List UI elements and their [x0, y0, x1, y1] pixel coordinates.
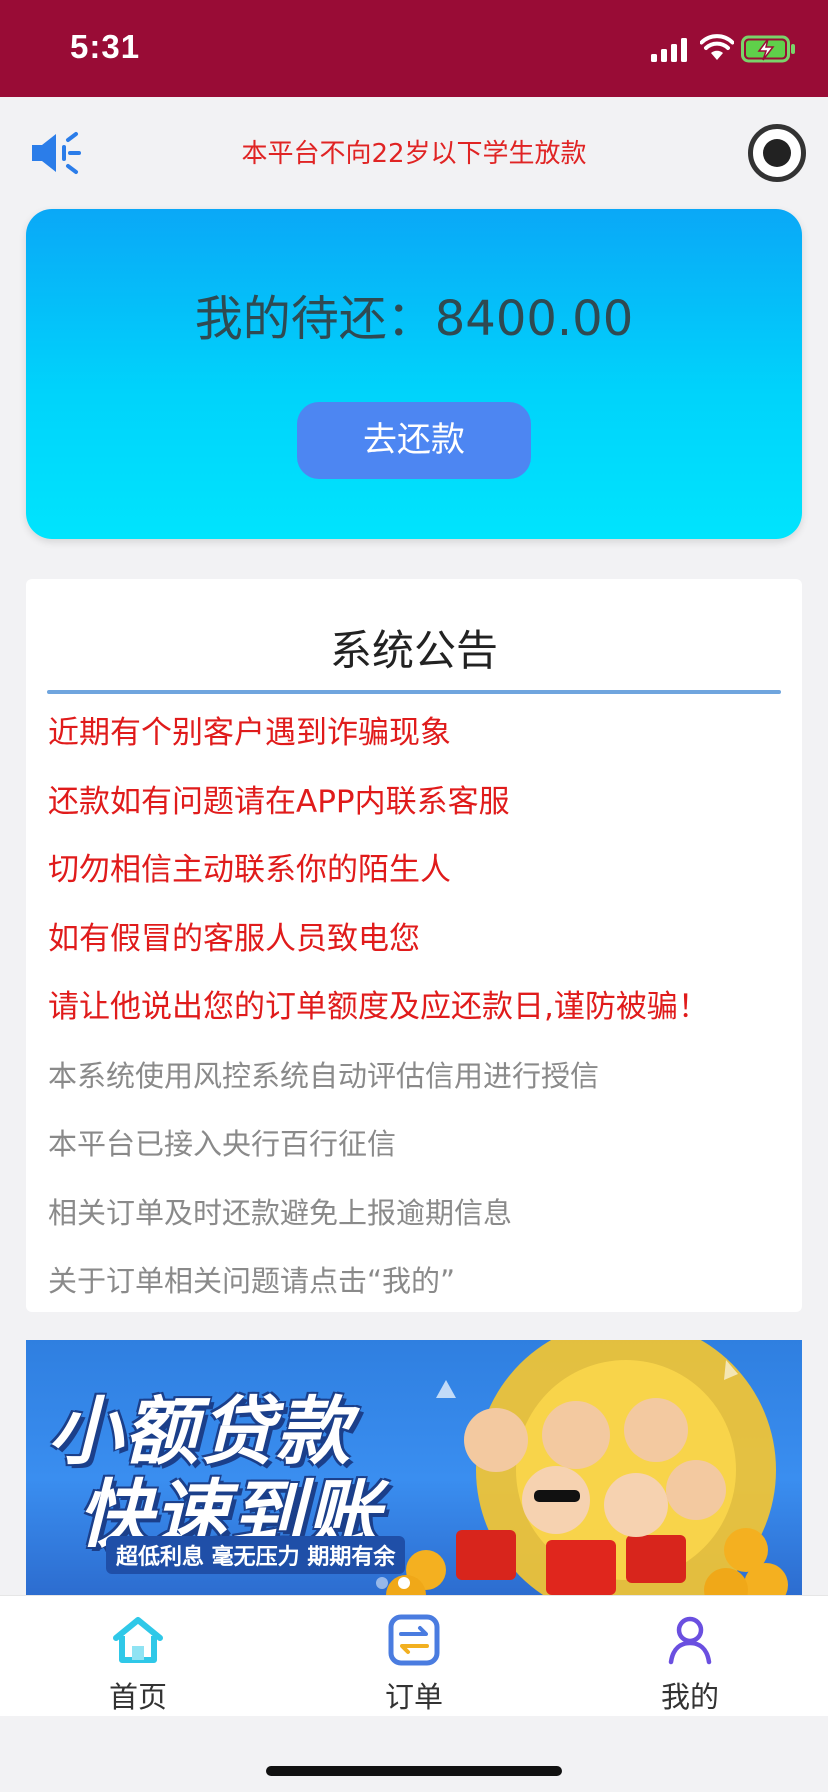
tab-home[interactable]: 首页 — [58, 1596, 218, 1716]
announcement-item: 还款如有问题请在APP内联系客服 — [48, 783, 510, 820]
announcement-item: 请让他说出您的订单额度及应还款日,谨防被骗！ — [48, 989, 709, 1025]
announcement-item: 本平台已接入央行百行征信 — [48, 1127, 397, 1161]
carousel-indicator — [376, 1574, 420, 1593]
promo-banner[interactable]: 小额贷款 快速到账 超低利息 毫无压力 期期有余 — [26, 1340, 802, 1618]
wifi-icon — [700, 34, 734, 60]
record-button[interactable] — [748, 124, 806, 182]
tab-mine[interactable]: 我的 — [610, 1596, 770, 1716]
announcement-item: 本系统使用风控系统自动评估信用进行授信 — [48, 1058, 600, 1093]
home-area — [0, 1716, 828, 1792]
record-dot-icon — [763, 139, 791, 167]
tab-home-label: 首页 — [108, 1680, 167, 1714]
notice-text: 本平台不向22岁以下学生放款 — [241, 139, 587, 169]
status-bar: 5:31 — [0, 0, 828, 97]
announcement-list: 近期有个别客户遇到诈骗现象 还款如有问题请在APP内联系客服 切勿相信主动联系你… — [48, 699, 788, 1316]
announcement-title: 系统公告 — [329, 626, 498, 675]
balance-card: 我的待还：8400.00 去还款 — [26, 209, 802, 539]
tab-orders[interactable]: 订单 — [334, 1596, 494, 1716]
divider — [47, 690, 781, 694]
announcement-item: 如有假冒的客服人员致电您 — [48, 920, 420, 957]
cellular-signal-icon — [651, 38, 687, 62]
profile-icon — [668, 1616, 712, 1665]
tab-mine-label: 我的 — [660, 1680, 719, 1714]
orders-icon — [388, 1614, 440, 1666]
notice-bar: 本平台不向22岁以下学生放款 — [0, 97, 828, 207]
banner-tagline: 超低利息 毫无压力 期期有余 — [106, 1536, 406, 1574]
carousel-dot[interactable] — [376, 1577, 388, 1589]
balance-amount: 8400.00 — [434, 291, 634, 347]
announcement-item: 近期有个别客户遇到诈骗现象 — [48, 715, 451, 751]
balance-label: 我的待还： — [194, 291, 435, 347]
announcement-item: 关于订单相关问题请点击“我的” — [48, 1264, 456, 1298]
home-indicator[interactable] — [266, 1766, 562, 1776]
home-icon — [113, 1617, 163, 1663]
announcement-item: 切勿相信主动联系你的陌生人 — [48, 852, 451, 888]
repay-button[interactable]: 去还款 — [297, 402, 531, 479]
balance-title: 我的待还：8400.00 — [26, 279, 802, 349]
carousel-dot-active[interactable] — [398, 1577, 410, 1589]
speaker-icon — [32, 132, 81, 174]
status-time: 5:31 — [70, 28, 141, 65]
system-announcement: 系统公告 近期有个别客户遇到诈骗现象 还款如有问题请在APP内联系客服 切勿相信… — [26, 579, 802, 1312]
announcement-item: 相关订单及时还款避免上报逾期信息 — [48, 1195, 513, 1230]
tab-bar: 首页 订单 我的 — [0, 1596, 828, 1716]
tab-orders-label: 订单 — [384, 1680, 443, 1714]
battery-charging-icon — [741, 35, 795, 63]
